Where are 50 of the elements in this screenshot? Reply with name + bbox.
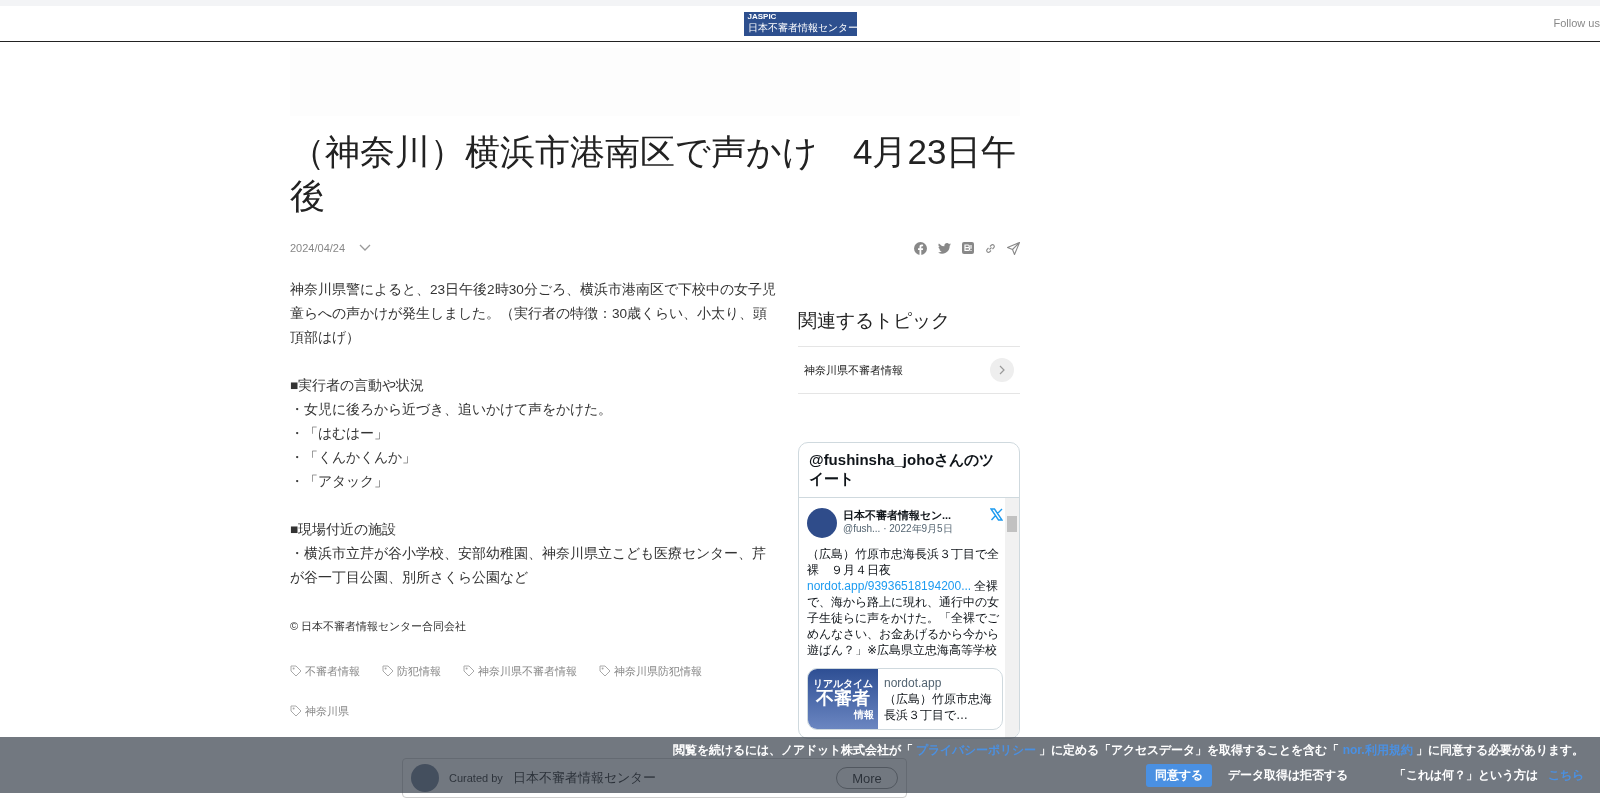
tweet-author: 日本不審者情報セン...: [843, 507, 953, 522]
facebook-icon[interactable]: [914, 241, 927, 255]
tag-link[interactable]: 神奈川県防犯情報: [599, 664, 702, 679]
list-item: ・女児に後ろから近づき、追いかけて声をかけた。: [290, 401, 613, 420]
help-text: 「これは何？」という方は: [1394, 767, 1538, 784]
section-heading: ■実行者の言動や状況: [290, 377, 426, 396]
send-icon[interactable]: [1007, 241, 1020, 255]
agree-button[interactable]: 同意する: [1146, 764, 1212, 787]
tag-icon: [290, 705, 302, 718]
tag-link[interactable]: 防犯情報: [382, 664, 441, 679]
x-logo-icon[interactable]: [990, 507, 1003, 521]
topic-link[interactable]: 神奈川県不審者情報: [798, 346, 1020, 395]
follow-link[interactable]: Follow us: [1553, 17, 1600, 29]
tag-icon: [382, 665, 394, 678]
sidebar-heading: 関連するトピック: [798, 309, 951, 334]
tweet-text: （広島）竹原市忠海長浜３丁目で全裸 ９月４日夜 nordot.app/93936518194200... 全裸で、海から路上に現れ、通行中の女子生徒らに声をかけた。「全裸でごめんなさい、お金あげるから今から遊ばん？」※広島県立忠海高等学校: [807, 545, 1000, 658]
tweet-link[interactable]: nordot.app/93936518194200...: [807, 578, 972, 593]
refuse-button[interactable]: データ取得は拒否する: [1222, 766, 1354, 785]
list-item: ・横浜市立芹が谷小学校、安部幼稚園、神奈川県立こども医療センター、芹が谷一丁目公園、別所さくら公園など: [290, 545, 767, 588]
tag-link[interactable]: 神奈川県不審者情報: [463, 664, 577, 679]
link-icon[interactable]: [985, 242, 996, 254]
list-item: ・「はむはー」: [290, 425, 389, 444]
card-image: リアルタイム 不審者 情報: [808, 668, 878, 729]
section-heading: ■現場付近の施設: [290, 521, 398, 540]
article-date: 2024/04/24: [290, 242, 346, 255]
widget-title: @fushinsha_johoさんのツイート: [799, 443, 1019, 498]
copyright-text: © 日本不審者情報センター合同会社: [290, 619, 468, 635]
avatar: [807, 507, 837, 538]
scrollbar[interactable]: [1005, 497, 1019, 738]
list-item: ・「アタック」: [290, 473, 389, 492]
bird-icon[interactable]: [938, 242, 951, 254]
chevron-right-icon: [999, 365, 1005, 376]
curated-label: Curated by: [449, 771, 503, 787]
tag-icon: [290, 665, 302, 678]
list-item: ・「くんかくんか」: [290, 449, 417, 468]
card-title: （広島）竹原市忠海長浜３丁目で…: [884, 690, 993, 723]
card-domain: nordot.app: [884, 674, 943, 691]
tag-icon: [463, 665, 475, 678]
article-paragraph: 神奈川県警によると、23日午後2時30分ごろ、横浜市港南区で下校中の女子児童らへの声かけが発生しました。（実行者の特徴：30歳くらい、小太り、頭頂部はげ）: [290, 281, 776, 348]
tag-icon: [599, 665, 611, 678]
site-logo[interactable]: JASPIC 日本不審者情報センター: [743, 11, 857, 36]
chevron-down-icon[interactable]: [359, 244, 372, 253]
tweet-handle: @fush...: [843, 522, 882, 534]
consent-text: 閲覧を続けるには、ノアドット株式会社が「 プライバシーポリシー 」に定める「アクセスデータ」を取得することを含む「 nor.利用規約 」に同意する必要があります。: [672, 742, 1584, 759]
link-card[interactable]: リアルタイム 不審者 情報 nordot.app （広島）竹原市忠海長浜３丁目で…: [807, 667, 1003, 730]
tag-link[interactable]: 不審者情報: [290, 664, 360, 679]
article-title: （神奈川）横浜市港南区で声かけ 4月23日午後: [290, 131, 1018, 218]
tweet-date: · 2022年9月5日: [883, 522, 953, 534]
bookmark-icon[interactable]: [962, 242, 974, 255]
tag-link[interactable]: 神奈川県: [290, 704, 349, 719]
